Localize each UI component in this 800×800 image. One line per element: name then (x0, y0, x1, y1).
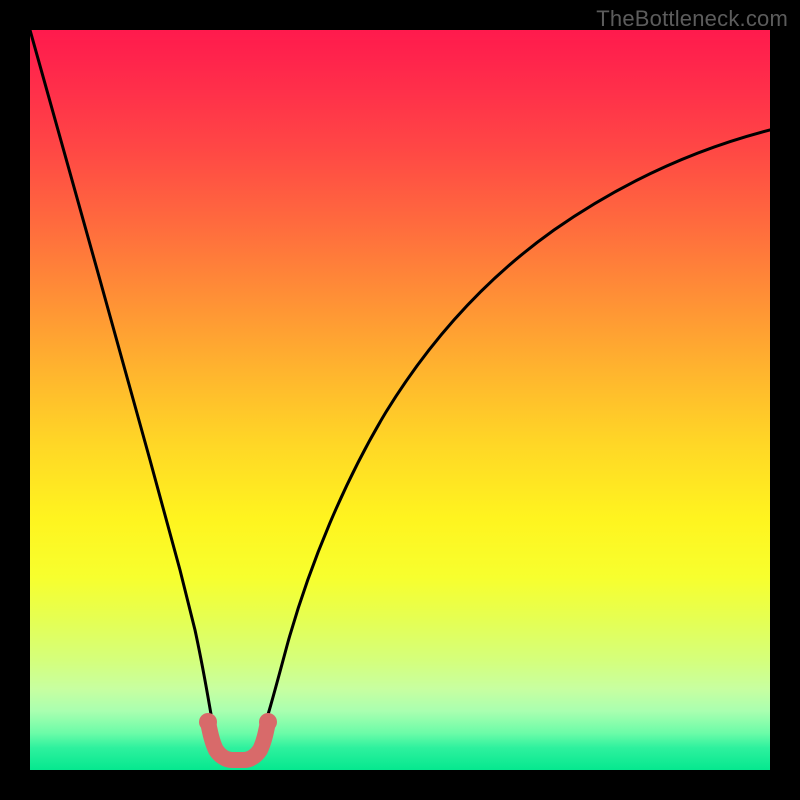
curve-overlay (30, 30, 770, 770)
trough-highlight (208, 722, 268, 760)
plot-area (30, 30, 770, 770)
trough-marker-left (199, 713, 217, 731)
bottleneck-curve (30, 30, 770, 754)
chart-frame: TheBottleneck.com (0, 0, 800, 800)
trough-marker-right (259, 713, 277, 731)
watermark-text: TheBottleneck.com (596, 6, 788, 32)
